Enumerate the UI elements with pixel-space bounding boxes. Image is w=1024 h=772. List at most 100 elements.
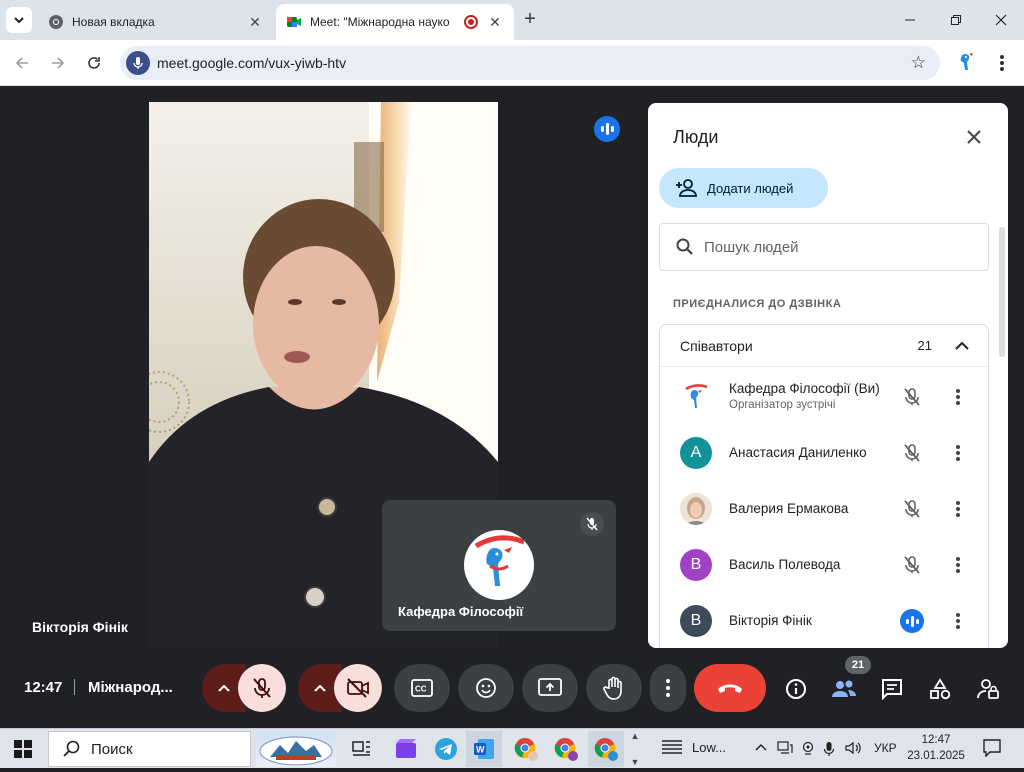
participant-row[interactable]: Кафедра Філософії (Ви) Організатор зустр… <box>660 369 990 425</box>
windows-taskbar: Поиск W ▲ ▼ Low... УКР 12:47 23.01.2025 <box>0 728 1024 768</box>
telegram-app[interactable] <box>432 735 460 763</box>
more-options-button[interactable] <box>950 497 966 521</box>
participant-row[interactable]: В Василь Полевода <box>660 537 990 593</box>
url-text: meet.google.com/vux-yiwb-htv <box>157 55 347 71</box>
restore-icon <box>951 15 961 25</box>
more-options-button[interactable] <box>950 553 966 577</box>
tab-new-tab[interactable]: Новая вкладка ✕ <box>38 4 274 40</box>
chevron-up-icon <box>314 684 326 692</box>
group-name: Співавтори <box>680 337 753 354</box>
taskbar-scroll-buttons[interactable]: ▲ ▼ <box>627 731 643 767</box>
department-logo-avatar <box>464 530 534 600</box>
tray-chevron-icon[interactable] <box>754 741 768 758</box>
close-tab-icon[interactable]: ✕ <box>486 13 504 31</box>
chrome-app[interactable] <box>512 735 540 763</box>
system-date: 23.01.2025 <box>907 750 965 762</box>
input-language[interactable]: УКР <box>874 741 897 755</box>
chrome-app-2[interactable] <box>552 735 580 763</box>
chevron-up-icon[interactable] <box>954 341 970 351</box>
people-icon <box>832 680 856 697</box>
toggle-microphone-button[interactable] <box>238 664 286 712</box>
participant-row[interactable]: Валерия Ермакова <box>660 481 990 537</box>
participant-row[interactable]: А Анастасия Даниленко <box>660 425 990 481</box>
volume-icon[interactable] <box>845 741 863 758</box>
address-bar[interactable]: meet.google.com/vux-yiwb-htv ☆ <box>120 46 940 80</box>
muted-mic-icon <box>900 497 924 521</box>
toggle-camera-button[interactable] <box>334 664 382 712</box>
windows-start-icon[interactable] <box>14 740 32 758</box>
present-screen-button[interactable] <box>522 664 578 712</box>
restore-button[interactable] <box>944 8 968 32</box>
network-icon[interactable] <box>777 741 793 758</box>
more-options-button[interactable] <box>950 441 966 465</box>
weather-label: Low... <box>692 739 726 755</box>
host-controls-button[interactable] <box>975 676 1001 702</box>
activities-button[interactable] <box>927 676 953 702</box>
meet-stage: Вікторія Фінік Кафедра Філософії Люди До… <box>0 87 1024 728</box>
participant-avatar: А <box>680 437 712 469</box>
group-header[interactable]: Співавтори 21 <box>660 325 988 367</box>
chevron-down-icon <box>14 17 24 24</box>
browser-menu-button[interactable] <box>992 52 1012 74</box>
microphone-control <box>202 664 286 712</box>
active-speaker-icon <box>594 116 620 142</box>
new-tab-button[interactable]: + <box>520 9 540 30</box>
camera-in-use-icon[interactable] <box>801 741 815 758</box>
fog-icon <box>662 740 682 754</box>
minimize-button[interactable] <box>898 8 922 32</box>
hang-up-icon <box>718 684 742 693</box>
search-highlight-image[interactable] <box>256 731 336 767</box>
close-tab-icon[interactable]: ✕ <box>246 13 264 31</box>
word-app[interactable]: W <box>466 731 502 767</box>
browser-tab-bar: Новая вкладка ✕ Meet: "Міжнародна науко … <box>0 0 1024 40</box>
reload-icon <box>88 57 100 69</box>
microphone-tray-icon[interactable] <box>823 741 835 760</box>
clipchamp-app[interactable] <box>392 735 420 763</box>
more-options-button[interactable] <box>950 609 966 633</box>
people-button[interactable] <box>831 676 857 702</box>
main-participant-name: Вікторія Фінік <box>32 619 128 635</box>
chrome-app-3[interactable] <box>588 731 624 767</box>
notifications-icon[interactable] <box>982 739 1002 757</box>
taskbar-search-box[interactable]: Поиск <box>48 731 251 767</box>
reload-button[interactable] <box>82 51 106 75</box>
arrow-right-icon <box>52 57 65 69</box>
back-button[interactable] <box>10 51 34 75</box>
caret-up-icon: ▲ <box>630 731 640 741</box>
bookmark-star-icon[interactable]: ☆ <box>911 53 926 73</box>
raise-hand-button[interactable] <box>586 664 642 712</box>
chat-button[interactable] <box>879 676 905 702</box>
more-vertical-icon <box>666 679 670 697</box>
tab-search-button[interactable] <box>6 7 32 33</box>
extension-logo-icon[interactable] <box>955 50 977 74</box>
forward-button[interactable] <box>46 51 70 75</box>
microphone-in-use-icon[interactable] <box>126 51 150 75</box>
info-icon <box>786 679 806 699</box>
more-options-button[interactable] <box>650 664 686 712</box>
add-people-button[interactable]: Додати людей <box>659 168 828 208</box>
participant-avatar: В <box>680 605 712 637</box>
meeting-clock: 12:47 <box>24 679 63 696</box>
tab-meet[interactable]: Meet: "Міжнародна науко ✕ <box>276 4 514 40</box>
shapes-icon <box>930 678 951 700</box>
reactions-button[interactable] <box>458 664 514 712</box>
weather-widget[interactable]: Low... <box>660 737 726 757</box>
coauthors-group: Співавтори 21 Кафедра Філософії (Ви) Орг… <box>659 324 989 648</box>
task-view-button[interactable] <box>348 735 376 763</box>
captions-button[interactable]: CC <box>394 664 450 712</box>
close-icon <box>995 14 1007 26</box>
meeting-details-button[interactable] <box>783 676 809 702</box>
people-search-box[interactable] <box>659 223 989 271</box>
panel-scrollbar[interactable] <box>999 227 1005 357</box>
hand-icon <box>603 676 622 700</box>
close-window-button[interactable] <box>989 8 1013 32</box>
muted-mic-icon <box>900 553 924 577</box>
self-view-tile[interactable]: Кафедра Філософії <box>382 500 616 631</box>
leave-call-button[interactable] <box>694 664 766 712</box>
more-options-button[interactable] <box>950 385 966 409</box>
people-search-input[interactable] <box>704 238 964 256</box>
close-panel-button[interactable] <box>962 125 986 149</box>
system-clock[interactable]: 12:47 23.01.2025 <box>896 732 976 764</box>
participant-row[interactable]: В Вікторія Фінік <box>660 593 990 648</box>
people-count-badge: 21 <box>845 656 871 674</box>
